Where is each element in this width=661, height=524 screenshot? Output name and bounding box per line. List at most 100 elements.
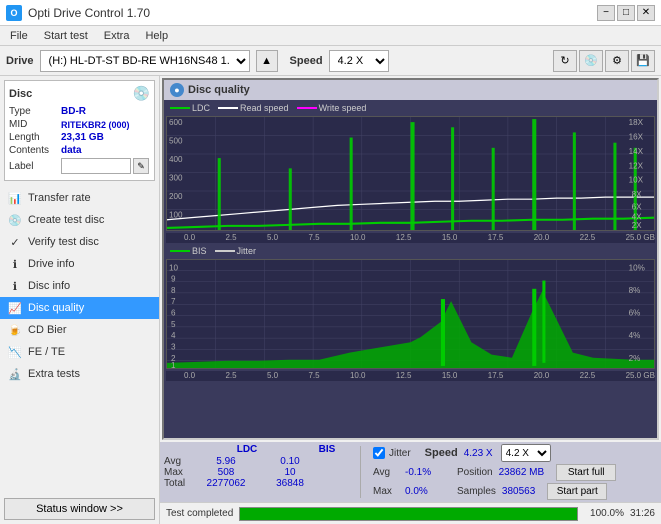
close-button[interactable]: ✕ bbox=[637, 5, 655, 21]
max-jitter-row: Max 0.0% Samples 380563 Start part bbox=[373, 483, 616, 500]
contents-value: data bbox=[61, 145, 82, 156]
titlebar-left: O Opti Drive Control 1.70 bbox=[6, 5, 150, 21]
disc-panel-icon: 💿 bbox=[133, 85, 150, 102]
x-label-b10: 25.0 GB bbox=[626, 371, 655, 380]
sidebar-item-cd-bier[interactable]: 🍺 CD Bier bbox=[0, 319, 159, 341]
start-full-button[interactable]: Start full bbox=[556, 464, 616, 481]
status-text: Test completed bbox=[166, 508, 233, 519]
menu-help[interactable]: Help bbox=[139, 29, 174, 43]
label-input[interactable] bbox=[61, 158, 131, 174]
x-label-b8: 20.0 bbox=[534, 371, 550, 380]
minimize-button[interactable]: − bbox=[597, 5, 615, 21]
bis-col-header: BIS bbox=[302, 444, 352, 455]
sidebar-item-extra-tests[interactable]: 🔬 Extra tests bbox=[0, 363, 159, 385]
nav-item-label: Extra tests bbox=[28, 368, 80, 380]
ldc-legend: LDC bbox=[170, 103, 210, 113]
progress-track bbox=[239, 507, 578, 521]
svg-text:5: 5 bbox=[171, 320, 176, 329]
max-label2: Max bbox=[373, 486, 401, 497]
x-label-5: 12.5 bbox=[396, 233, 412, 242]
cd-bier-icon: 🍺 bbox=[8, 323, 22, 337]
svg-text:3: 3 bbox=[171, 342, 176, 351]
nav-item-label: Create test disc bbox=[28, 214, 104, 226]
samples-val: 380563 bbox=[502, 486, 535, 497]
x-label-b4: 10.0 bbox=[350, 371, 366, 380]
disc-panel-header: Disc 💿 bbox=[9, 85, 150, 102]
drive-select[interactable]: (H:) HL-DT-ST BD-RE WH16NS48 1.D3 bbox=[40, 50, 250, 72]
bottom-chart-x-axis: 0.0 2.5 5.0 7.5 10.0 12.5 15.0 17.5 20.0… bbox=[166, 371, 655, 381]
top-chart: 600 500 400 300 200 100 18X 16X 14X 12X … bbox=[166, 116, 655, 231]
nav-item-label: FE / TE bbox=[28, 346, 65, 358]
svg-text:12X: 12X bbox=[629, 161, 644, 170]
nav-items: 📊 Transfer rate 💿 Create test disc ✓ Ver… bbox=[0, 187, 159, 385]
save-icon[interactable]: 💾 bbox=[631, 50, 655, 72]
menu-file[interactable]: File bbox=[4, 29, 34, 43]
speed-select-stats[interactable]: 4.2 X bbox=[501, 444, 551, 462]
sidebar-item-verify-test-disc[interactable]: ✓ Verify test disc bbox=[0, 231, 159, 253]
samples-label: Samples bbox=[457, 486, 496, 497]
x-label-b1: 2.5 bbox=[225, 371, 236, 380]
total-stats-row: Total 2277062 36848 bbox=[164, 478, 352, 489]
top-chart-x-axis: 0.0 2.5 5.0 7.5 10.0 12.5 15.0 17.5 20.0… bbox=[166, 233, 655, 243]
status-window-button[interactable]: Status window >> bbox=[4, 498, 155, 520]
menu-start-test[interactable]: Start test bbox=[38, 29, 94, 43]
x-label-b7: 17.5 bbox=[488, 371, 504, 380]
label-edit-button[interactable]: ✎ bbox=[133, 158, 149, 174]
svg-text:14X: 14X bbox=[629, 147, 644, 156]
avg-label: Avg bbox=[164, 456, 192, 467]
time-display: 31:26 bbox=[630, 508, 655, 519]
mid-value: RITEKBR2 (000) bbox=[61, 120, 130, 130]
eject-button[interactable]: ▲ bbox=[256, 50, 278, 72]
svg-text:1: 1 bbox=[171, 361, 176, 368]
jitter-legend: Jitter bbox=[215, 246, 257, 256]
bis-color bbox=[170, 250, 190, 252]
avg-label2: Avg bbox=[373, 467, 401, 478]
sidebar-item-create-test-disc[interactable]: 💿 Create test disc bbox=[0, 209, 159, 231]
svg-text:2X: 2X bbox=[632, 221, 642, 230]
disc-icon[interactable]: 💿 bbox=[579, 50, 603, 72]
svg-text:6X: 6X bbox=[632, 202, 642, 211]
disc-panel-title: Disc bbox=[9, 88, 32, 100]
x-label-8: 20.0 bbox=[534, 233, 550, 242]
toolbar-icons: ↻ 💿 ⚙ 💾 bbox=[553, 50, 655, 72]
maximize-button[interactable]: □ bbox=[617, 5, 635, 21]
transfer-rate-icon: 📊 bbox=[8, 191, 22, 205]
sidebar-item-disc-info[interactable]: ℹ Disc info bbox=[0, 275, 159, 297]
jitter-checkbox[interactable] bbox=[373, 447, 385, 459]
x-label-b9: 22.5 bbox=[580, 371, 596, 380]
sidebar-item-drive-info[interactable]: ℹ Drive info bbox=[0, 253, 159, 275]
disc-length-row: Length 23,31 GB bbox=[9, 132, 150, 143]
bis-legend: BIS bbox=[170, 246, 207, 256]
label-label: Label bbox=[9, 161, 61, 172]
svg-text:200: 200 bbox=[169, 192, 183, 201]
charts-area: LDC Read speed Write speed bbox=[164, 100, 657, 438]
divider bbox=[360, 446, 361, 498]
disc-type-row: Type BD-R bbox=[9, 106, 150, 117]
read-label: Read speed bbox=[240, 103, 289, 113]
empty-header bbox=[164, 444, 192, 455]
svg-text:100: 100 bbox=[169, 211, 183, 220]
write-legend: Write speed bbox=[297, 103, 367, 113]
x-label-9: 22.5 bbox=[580, 233, 596, 242]
svg-text:7: 7 bbox=[171, 297, 176, 306]
disc-panel: Disc 💿 Type BD-R MID RITEKBR2 (000) Leng… bbox=[4, 80, 155, 181]
svg-text:10X: 10X bbox=[629, 176, 644, 185]
ldc-color bbox=[170, 107, 190, 109]
start-part-button[interactable]: Start part bbox=[547, 483, 607, 500]
svg-text:6: 6 bbox=[171, 308, 176, 317]
sidebar-item-fe-te[interactable]: 📉 FE / TE bbox=[0, 341, 159, 363]
x-label-b6: 15.0 bbox=[442, 371, 458, 380]
write-label: Write speed bbox=[319, 103, 367, 113]
menu-extra[interactable]: Extra bbox=[98, 29, 136, 43]
speed-select[interactable]: 4.2 X bbox=[329, 50, 389, 72]
svg-text:8%: 8% bbox=[629, 286, 641, 295]
refresh-icon[interactable]: ↻ bbox=[553, 50, 577, 72]
settings-icon[interactable]: ⚙ bbox=[605, 50, 629, 72]
speed-val: 4.23 X bbox=[464, 448, 493, 459]
jitter-text: Jitter bbox=[389, 448, 411, 459]
progress-percent: 100.0% bbox=[584, 508, 624, 519]
bis-label: BIS bbox=[192, 246, 207, 256]
sidebar-item-disc-quality[interactable]: 📈 Disc quality bbox=[0, 297, 159, 319]
sidebar-item-transfer-rate[interactable]: 📊 Transfer rate bbox=[0, 187, 159, 209]
disc-info-icon: ℹ bbox=[8, 279, 22, 293]
